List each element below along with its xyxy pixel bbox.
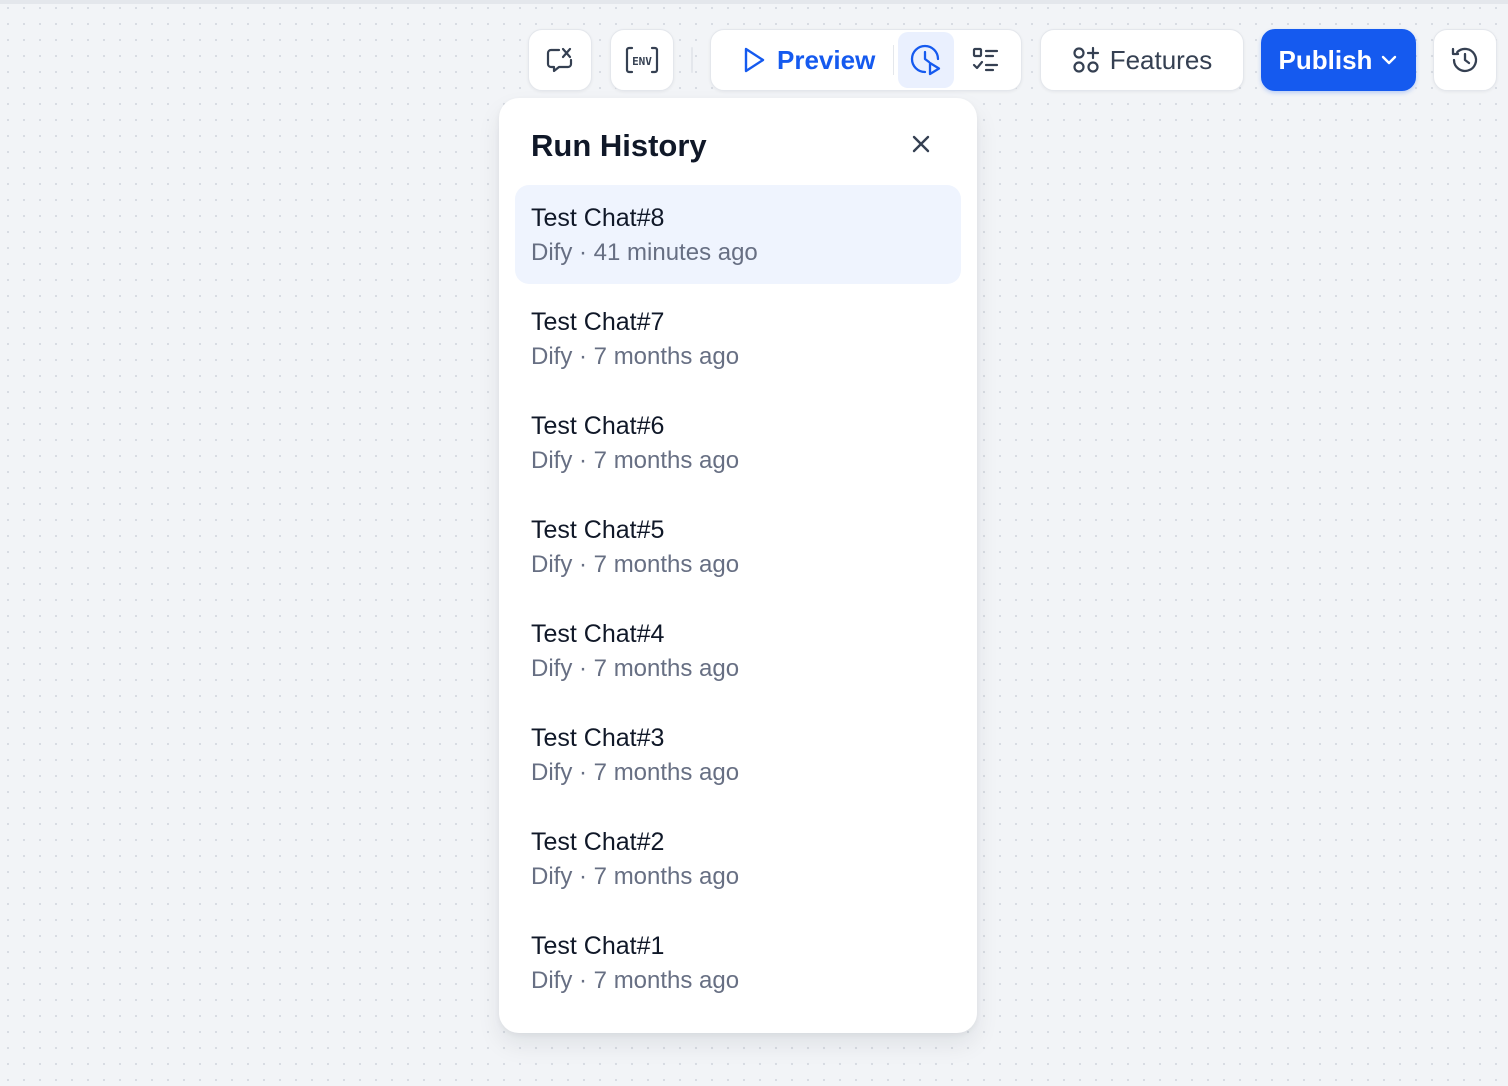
run-history-item[interactable]: Test Chat#5 Dify · 7 months ago — [515, 497, 961, 601]
run-history-item[interactable]: Test Chat#3 Dify · 7 months ago — [515, 705, 961, 809]
run-title: Test Chat#5 — [531, 516, 665, 544]
group-separator — [893, 45, 895, 75]
run-author: Dify — [531, 239, 573, 266]
run-time: 41 minutes ago — [593, 239, 758, 266]
run-title: Test Chat#2 — [531, 828, 665, 856]
run-history-panel: Run History Test Chat#8 Dify · 41 minute… — [499, 98, 977, 1033]
run-title: Test Chat#8 — [531, 204, 665, 232]
run-title: Test Chat#1 — [531, 932, 665, 960]
run-meta: Dify · 7 months ago — [531, 343, 740, 370]
close-button[interactable] — [903, 128, 939, 164]
run-meta: Dify · 7 months ago — [531, 759, 740, 786]
preview-group: Preview — [710, 29, 1022, 91]
run-history-item[interactable]: Test Chat#4 Dify · 7 months ago — [515, 601, 961, 705]
close-icon — [910, 133, 932, 160]
preview-label: Preview — [777, 44, 876, 75]
run-author: Dify — [531, 551, 573, 578]
run-time: 7 months ago — [593, 863, 740, 890]
run-author: Dify — [531, 863, 573, 890]
run-time: 7 months ago — [593, 343, 740, 370]
run-title: Test Chat#3 — [531, 724, 665, 752]
top-border — [0, 0, 1508, 4]
conversation-variables-button[interactable] — [528, 29, 592, 91]
run-meta: Dify · 7 months ago — [531, 967, 740, 994]
run-time: 7 months ago — [593, 551, 740, 578]
features-icon — [1072, 46, 1100, 74]
clock-play-icon — [910, 44, 942, 76]
run-meta: Dify · 7 months ago — [531, 551, 740, 578]
panel-title: Run History — [531, 128, 707, 163]
history-icon — [1450, 45, 1480, 75]
run-meta: Dify · 7 months ago — [531, 655, 740, 682]
run-time: 7 months ago — [593, 967, 740, 994]
run-history-item[interactable]: Test Chat#7 Dify · 7 months ago — [515, 289, 961, 393]
run-history-button[interactable] — [898, 32, 955, 88]
chat-variable-icon — [545, 45, 575, 75]
run-author: Dify — [531, 447, 573, 474]
run-meta: Dify · 7 months ago — [531, 447, 740, 474]
run-history-item[interactable]: Test Chat#1 Dify · 7 months ago — [515, 913, 961, 1017]
checklist-icon — [971, 46, 999, 74]
run-author: Dify — [531, 967, 573, 994]
run-history-item[interactable]: Test Chat#8 Dify · 41 minutes ago — [515, 185, 961, 284]
run-title: Test Chat#4 — [531, 620, 665, 648]
checklist-button[interactable] — [954, 32, 1016, 88]
env-variables-button[interactable]: ENV — [610, 29, 674, 91]
run-author: Dify — [531, 343, 573, 370]
version-history-button[interactable] — [1433, 29, 1497, 91]
publish-button[interactable]: Publish — [1261, 29, 1416, 91]
run-title: Test Chat#6 — [531, 412, 665, 440]
run-history-item[interactable]: Test Chat#2 Dify · 7 months ago — [515, 809, 961, 913]
run-title: Test Chat#7 — [531, 308, 665, 336]
chevron-down-icon — [1380, 51, 1398, 69]
run-time: 7 months ago — [593, 655, 740, 682]
play-icon — [741, 46, 767, 74]
run-history-list: Test Chat#8 Dify · 41 minutes ago Test C… — [515, 185, 961, 1017]
run-author: Dify — [531, 759, 573, 786]
run-time: 7 months ago — [593, 447, 740, 474]
run-meta: Dify · 7 months ago — [531, 863, 740, 890]
publish-label: Publish — [1278, 44, 1373, 75]
run-author: Dify — [531, 655, 573, 682]
preview-button[interactable]: Preview — [711, 30, 893, 90]
features-label: Features — [1109, 44, 1213, 75]
run-history-item[interactable]: Test Chat#6 Dify · 7 months ago — [515, 393, 961, 497]
run-meta: Dify · 41 minutes ago — [531, 239, 758, 266]
env-icon-text: ENV — [632, 55, 652, 68]
toolbar-divider — [691, 47, 693, 73]
env-icon: ENV — [625, 45, 659, 75]
features-button[interactable]: Features — [1040, 29, 1244, 91]
run-time: 7 months ago — [593, 759, 740, 786]
